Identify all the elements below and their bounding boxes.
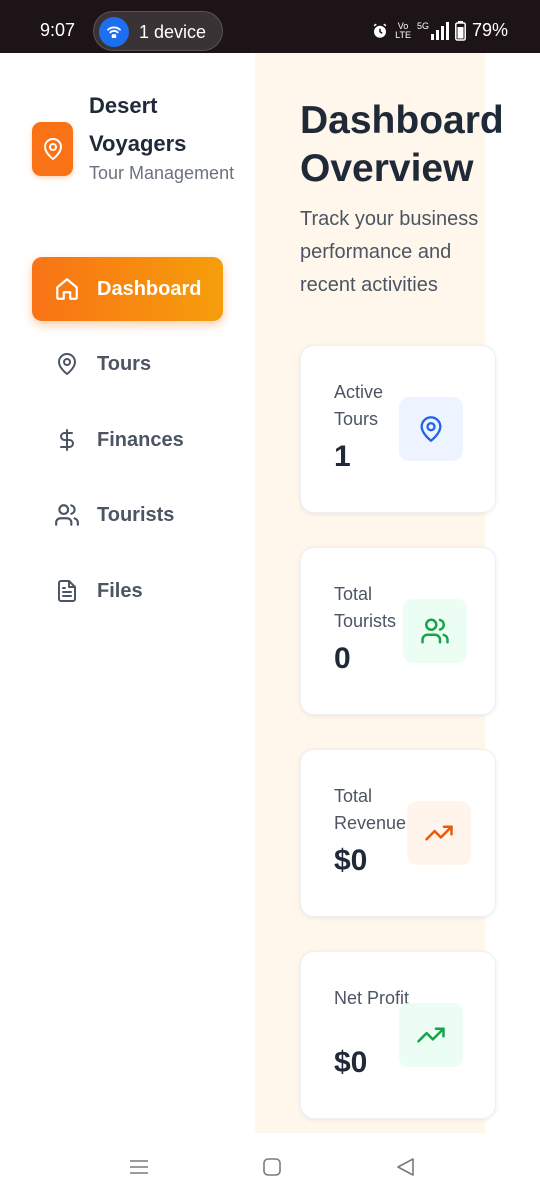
home-square-icon[interactable] [260, 1155, 284, 1179]
trending-up-icon [417, 1027, 445, 1043]
sidebar-item-label: Finances [97, 428, 184, 451]
map-pin-icon [420, 416, 442, 442]
sidebar-item-label: Tourists [97, 503, 175, 526]
stat-value: 0 [334, 642, 351, 675]
battery-icon [455, 20, 466, 41]
hotspot-pill[interactable]: 1 device [93, 11, 223, 51]
stat-icon-box [399, 1003, 463, 1067]
status-icons: Vo LTE 5G 79% [371, 20, 508, 41]
signal-label: 5G [416, 20, 429, 31]
stat-card-net-profit[interactable]: Net Profit $0 [300, 951, 496, 1119]
stat-label: Total Tourists [334, 584, 397, 631]
page-subtitle: Track your business performance and rece… [300, 208, 479, 296]
stat-value: $0 [334, 1046, 368, 1079]
stat-value: 1 [334, 440, 351, 473]
home-icon [54, 276, 80, 302]
users-icon [54, 502, 80, 528]
sidebar-item-label: Dashboard [97, 277, 202, 300]
sidebar-item-finances[interactable]: Finances [32, 408, 223, 472]
sidebar-item-tourists[interactable]: Tourists [32, 483, 223, 547]
sidebar-item-files[interactable]: Files [32, 559, 223, 623]
sidebar-item-label: Files [97, 579, 143, 602]
map-pin-icon [43, 138, 62, 160]
back-icon[interactable] [393, 1155, 417, 1179]
stat-card-total-revenue[interactable]: Total Revenue $0 [300, 749, 496, 917]
hotspot-icon [99, 17, 129, 47]
volte-bottom: LTE [395, 29, 411, 40]
stat-icon-box [399, 397, 463, 461]
brand-name: Desert Voyagers [89, 93, 187, 156]
hotspot-label: 1 device [139, 22, 207, 42]
alarm-icon [373, 23, 387, 38]
trending-up-icon [425, 825, 453, 841]
menu-icon[interactable] [127, 1155, 151, 1179]
dollar-icon [54, 427, 80, 453]
map-pin-icon [54, 351, 80, 377]
signal-icon: 5G [416, 20, 449, 40]
stat-card-total-tourists[interactable]: Total Tourists 0 [300, 547, 496, 715]
status-time: 9:07 [40, 20, 76, 40]
stat-icon-box [403, 599, 467, 663]
sidebar-item-tours[interactable]: Tours [32, 332, 223, 396]
volte-indicator: Vo LTE [395, 21, 411, 40]
users-icon [421, 618, 449, 644]
stat-card-active-tours[interactable]: Active Tours 1 [300, 345, 496, 513]
stat-icon-box [407, 801, 471, 865]
brand-subtitle: Tour Management [89, 163, 235, 183]
battery-percent: 79% [471, 20, 508, 40]
sidebar-item-label: Tours [97, 352, 152, 375]
stat-label: Total Revenue [334, 786, 407, 833]
stat-value: $0 [334, 844, 368, 877]
brand-logo [32, 122, 73, 176]
sidebar-item-dashboard[interactable]: Dashboard [32, 257, 223, 321]
page-title: Dashboard Overview [300, 99, 504, 190]
status-bar: 9:07 1 device Vo LTE 5G 79% [0, 0, 540, 53]
system-nav-bar [0, 1133, 540, 1200]
file-icon [54, 578, 80, 604]
